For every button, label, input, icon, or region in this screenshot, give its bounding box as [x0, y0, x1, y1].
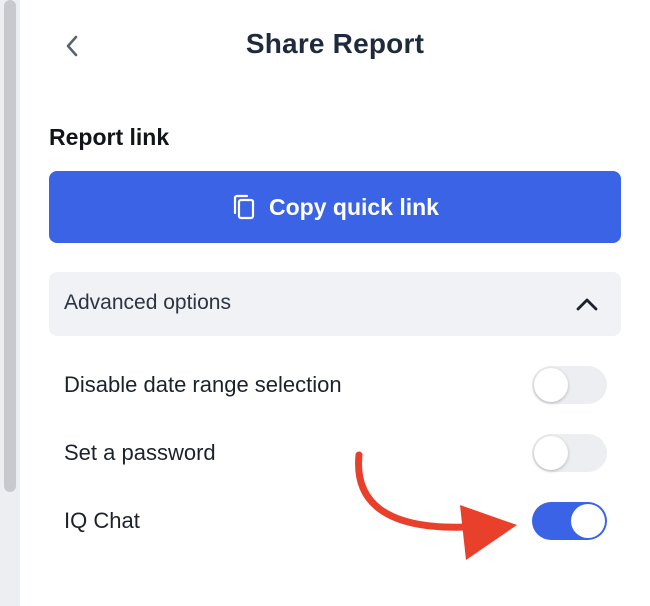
option-label: IQ Chat: [64, 508, 140, 533]
option-label: Set a password: [64, 440, 216, 465]
copy-quick-link-label: Copy quick link: [269, 193, 439, 220]
toggle-knob: [571, 504, 605, 538]
scrollbar[interactable]: [0, 0, 20, 606]
panel-header: Share Report: [20, 0, 650, 92]
advanced-options-label: Advanced options: [64, 291, 231, 314]
page-title: Share Report: [245, 28, 425, 59]
set-password-toggle[interactable]: [532, 434, 607, 472]
report-link-label: Report link: [49, 124, 170, 150]
chevron-up-icon: [576, 298, 598, 311]
disable-date-range-toggle[interactable]: [532, 366, 607, 404]
advanced-options-toggle[interactable]: Advanced options: [49, 272, 621, 336]
scrollbar-thumb[interactable]: [4, 0, 16, 492]
copy-icon: [233, 194, 255, 220]
copy-quick-link-button[interactable]: Copy quick link: [49, 171, 621, 243]
option-row-iq-chat: IQ Chat: [49, 502, 621, 542]
toggle-knob: [534, 368, 568, 402]
share-report-panel: Share Report Report link Copy quick link…: [20, 0, 650, 606]
toggle-knob: [534, 436, 568, 470]
option-row-set-password: Set a password: [49, 434, 621, 474]
option-row-disable-date-range: Disable date range selection: [49, 366, 621, 406]
iq-chat-toggle[interactable]: [532, 502, 607, 540]
option-label: Disable date range selection: [64, 372, 342, 397]
